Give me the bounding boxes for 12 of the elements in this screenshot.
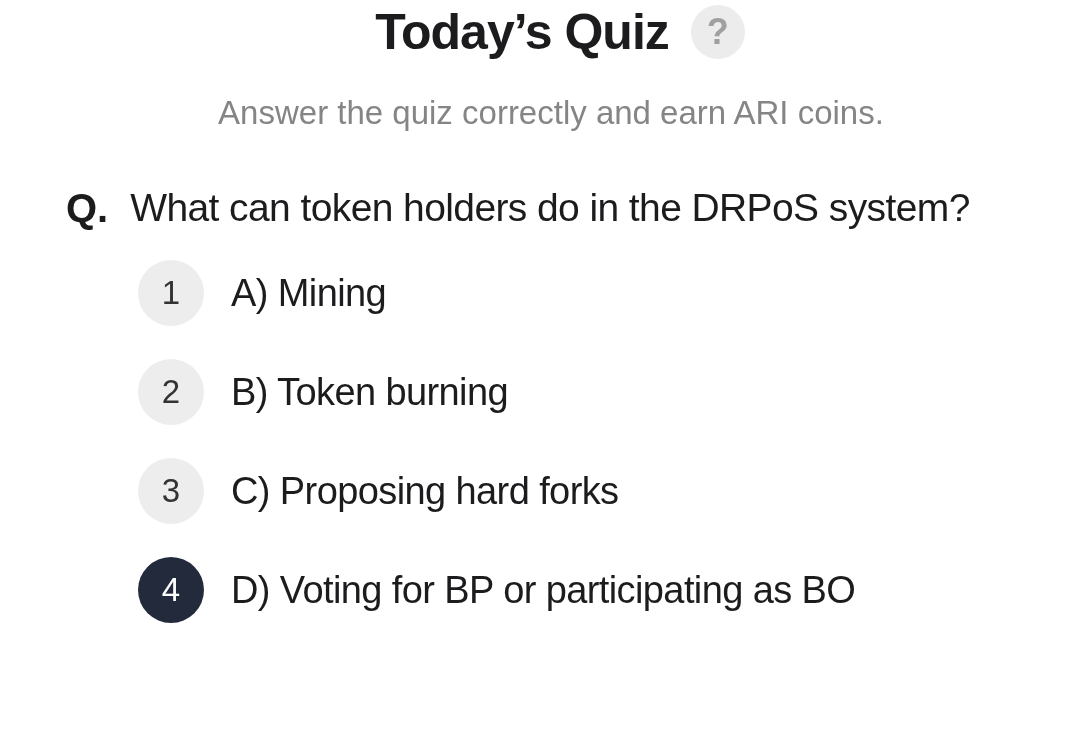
option-label[interactable]: B) Token burning — [231, 370, 508, 414]
option-number[interactable]: 1 — [138, 260, 204, 326]
option-label[interactable]: A) Mining — [231, 271, 387, 315]
option-number[interactable]: 2 — [138, 359, 204, 425]
option-number[interactable]: 4 — [138, 557, 204, 623]
option-number[interactable]: 3 — [138, 458, 204, 524]
option-label[interactable]: C) Proposing hard forks — [231, 469, 619, 513]
question-text: What can token holders do in the DRPoS system? — [130, 185, 971, 231]
quiz-subtitle: Answer the quiz correctly and earn ARI coins. — [217, 94, 885, 132]
option-label[interactable]: D) Voting for BP or participating as BO — [231, 568, 856, 612]
quiz-title: Today’s Quiz — [375, 4, 669, 60]
question-prefix: Q. — [66, 185, 109, 232]
